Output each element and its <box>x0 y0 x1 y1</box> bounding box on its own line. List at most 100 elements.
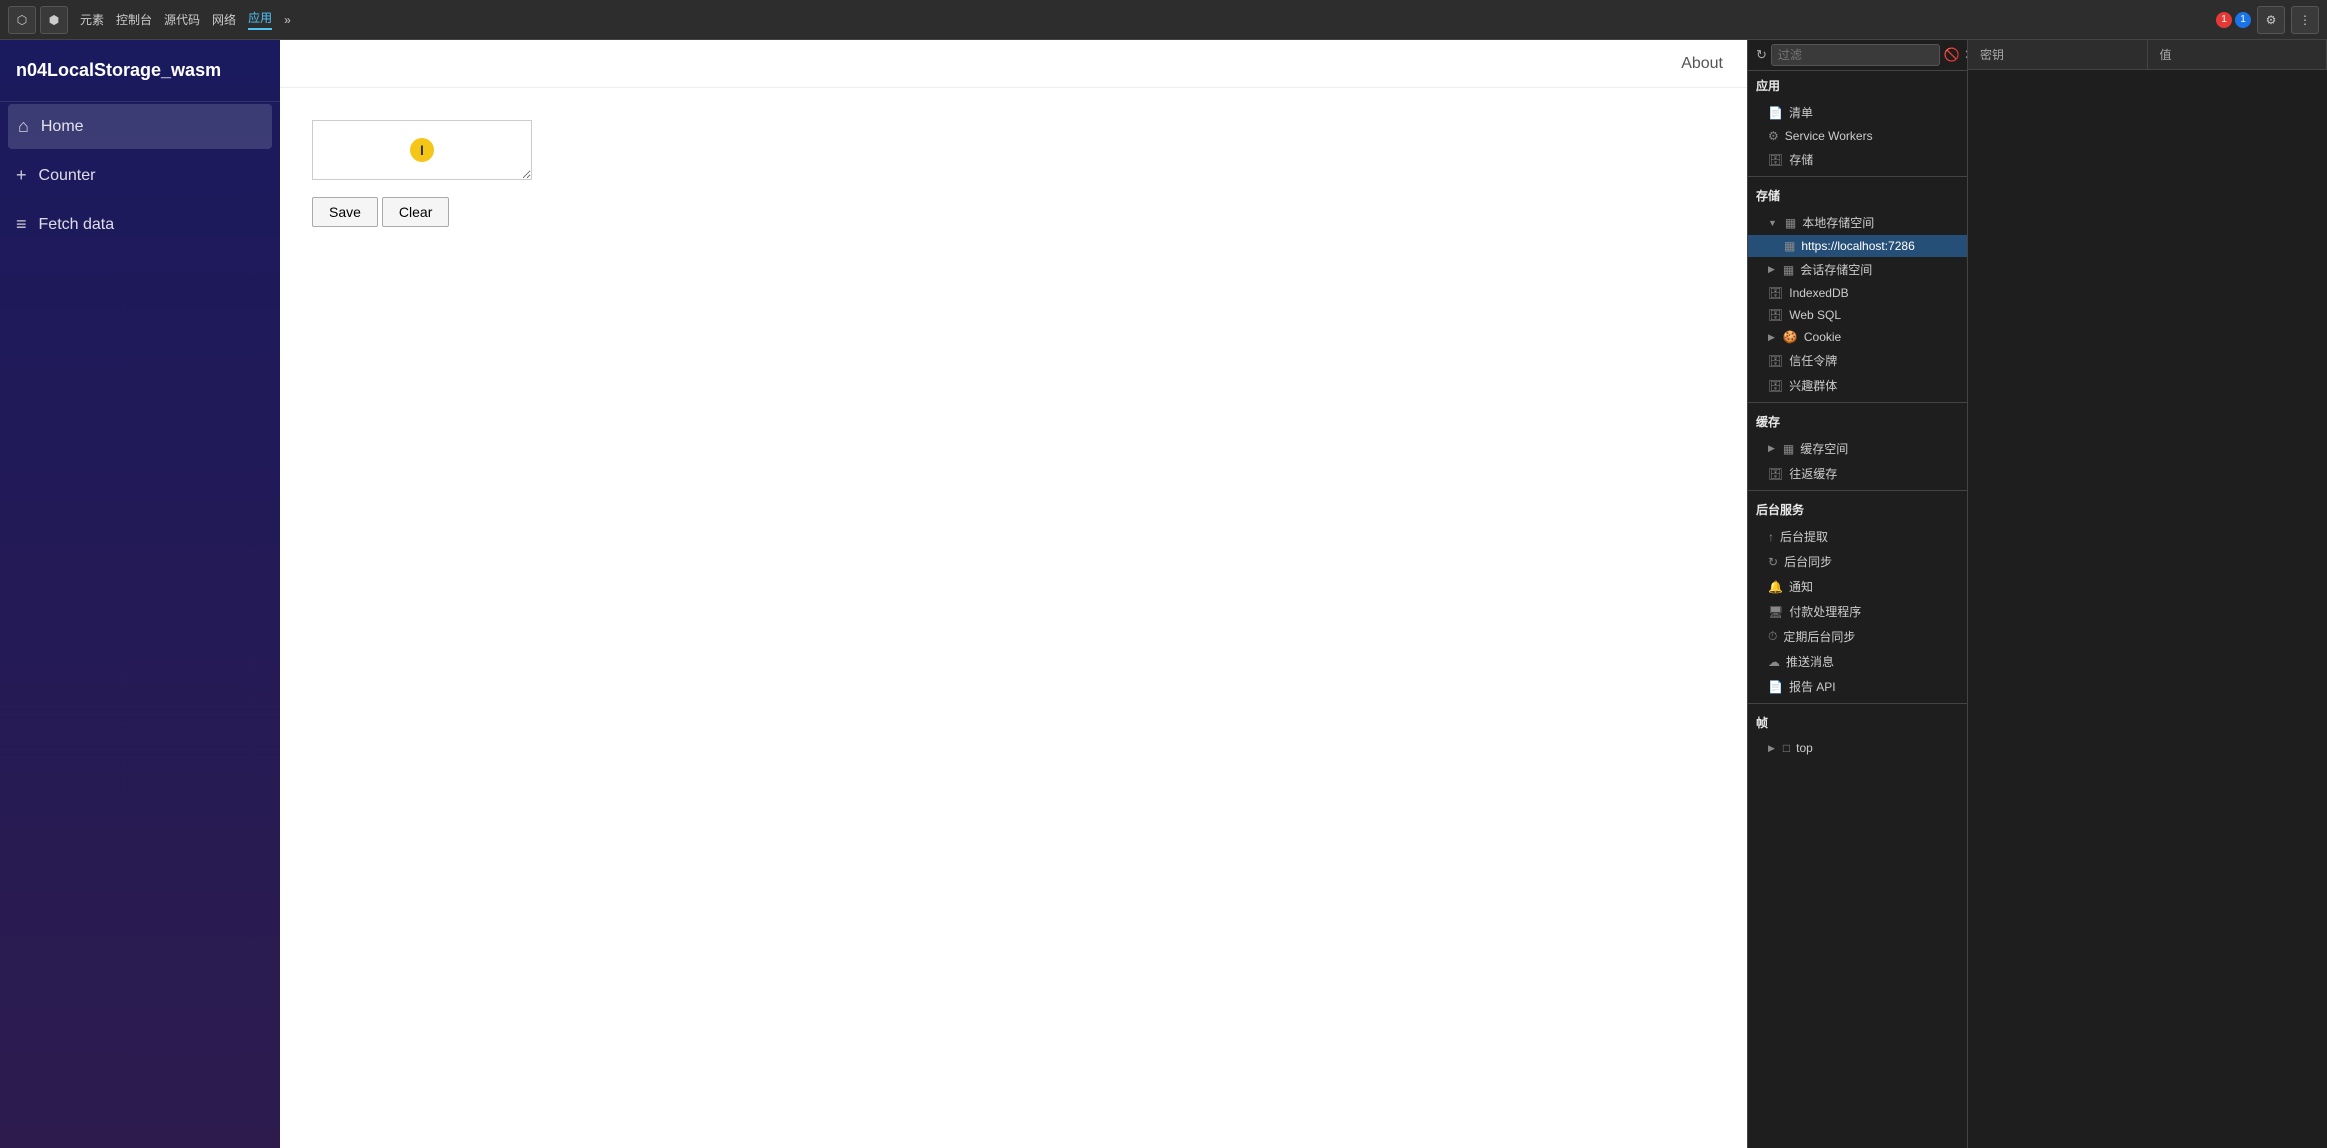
tree-item-storage[interactable]: 🗄 存储 <box>1748 147 1967 172</box>
session-storage-icon: ▦ <box>1783 263 1794 277</box>
elements-tab[interactable]: 元素 <box>80 11 104 28</box>
tree-item-cookie[interactable]: ▶ 🍪 Cookie <box>1748 326 1967 348</box>
more-tabs-btn[interactable]: » <box>284 13 291 27</box>
app-main: I Save Clear <box>280 88 1747 1148</box>
service-workers-icon: ⚙ <box>1768 129 1779 143</box>
tree-item-indexeddb[interactable]: 🗄 IndexedDB <box>1748 282 1967 304</box>
tree-item-top[interactable]: ▶ □ top <box>1748 737 1967 759</box>
sidebar-item-counter-label: Counter <box>39 167 96 185</box>
tree-item-cookie-label: Cookie <box>1804 330 1841 344</box>
cursor-tool-btn[interactable]: ⬡ <box>8 6 36 34</box>
application-tab[interactable]: 应用 <box>248 9 272 30</box>
kv-header: 密钥 值 <box>1968 40 2327 70</box>
section-cunchu-label: 存储 <box>1756 187 1780 204</box>
section-huancun[interactable]: 缓存 <box>1748 407 1967 436</box>
sidebar-item-fetch-label: Fetch data <box>39 216 115 234</box>
section-yingyong[interactable]: 应用 <box>1748 71 1967 100</box>
home-icon: ⌂ <box>18 116 29 137</box>
devtools-body: ↻ 🚫 ✕ 应用 📄 清单 ⚙ Service Workers <box>1748 40 2327 1148</box>
tree-item-top-label: top <box>1796 741 1813 755</box>
save-button[interactable]: Save <box>312 197 378 227</box>
tree-item-local-storage-label: 本地存储空间 <box>1802 214 1874 231</box>
tree-item-back-cache[interactable]: 🗄 往返缓存 <box>1748 461 1967 486</box>
textarea-wrapper: I <box>312 120 532 180</box>
tree-item-push-label: 推送消息 <box>1786 653 1834 670</box>
tree-item-trust-token-label: 信任令牌 <box>1789 352 1837 369</box>
section-houtai-label: 后台服务 <box>1756 501 1804 518</box>
tree-item-cache-space[interactable]: ▶ ▦ 缓存空间 <box>1748 436 1967 461</box>
tree-item-houtai-sync[interactable]: ↻ 后台同步 <box>1748 549 1967 574</box>
inspect-btn[interactable]: ⬢ <box>40 6 68 34</box>
section-houtai[interactable]: 后台服务 <box>1748 495 1967 524</box>
network-tab[interactable]: 网络 <box>212 11 236 28</box>
tree-item-periodic-sync-label: 定期后台同步 <box>1783 628 1855 645</box>
warning-badge: 1 <box>2235 12 2251 28</box>
periodic-sync-icon: ⏱ <box>1768 629 1777 644</box>
about-link[interactable]: About <box>1681 55 1723 73</box>
error-badge: 1 <box>2216 12 2232 28</box>
tree-item-manifest[interactable]: 📄 清单 <box>1748 100 1967 125</box>
cookie-icon: 🍪 <box>1783 330 1798 344</box>
sidebar-item-home-label: Home <box>41 118 84 136</box>
manifest-icon: 📄 <box>1768 106 1783 120</box>
section-huancun-label: 缓存 <box>1756 413 1780 430</box>
tree-item-payment-label: 付款处理程序 <box>1789 603 1861 620</box>
tree-item-web-sql-label: Web SQL <box>1789 308 1841 322</box>
houtai-sync-icon: ↻ <box>1768 555 1778 569</box>
tree-item-local-storage[interactable]: ▼ ▦ 本地存储空间 <box>1748 210 1967 235</box>
tree-item-report-api[interactable]: 📄 报告 API <box>1748 674 1967 699</box>
console-tab[interactable]: 控制台 <box>116 11 152 28</box>
tree-item-interest-group[interactable]: 🗄 兴趣群体 <box>1748 373 1967 398</box>
tree-item-storage-label: 存储 <box>1789 151 1813 168</box>
devtools-kv-panel: 密钥 值 <box>1968 40 2327 1148</box>
kv-value-header: 值 <box>2148 40 2327 69</box>
tree-item-payment[interactable]: 🖥 付款处理程序 <box>1748 599 1967 624</box>
payment-icon: 🖥 <box>1768 605 1783 619</box>
tongzhi-icon: 🔔 <box>1768 580 1783 594</box>
browser-toolbar: ⬡ ⬢ 元素 控制台 源代码 网络 应用 » 1 1 ⚙ ⋮ <box>0 0 2327 40</box>
devtools-panel: ↻ 🚫 ✕ 应用 📄 清单 ⚙ Service Workers <box>1747 40 2327 1148</box>
kv-key-header: 密钥 <box>1968 40 2148 69</box>
main-textarea[interactable] <box>312 120 532 180</box>
more-options-btn[interactable]: ⋮ <box>2291 6 2319 34</box>
clear-button[interactable]: Clear <box>382 197 449 227</box>
plus-icon: + <box>16 165 27 186</box>
interest-group-icon: 🗄 <box>1768 379 1783 393</box>
report-api-icon: 📄 <box>1768 680 1783 694</box>
app-section: n04LocalStorage_wasm ⌂ Home + Counter ≡ … <box>0 40 1747 1148</box>
tree-item-trust-token[interactable]: 🗄 信任令牌 <box>1748 348 1967 373</box>
tree-item-push[interactable]: ☁ 推送消息 <box>1748 649 1967 674</box>
clear-filter-btn[interactable]: 🚫 <box>1944 44 1960 66</box>
tree-item-houtai-fetch[interactable]: ↑ 后台提取 <box>1748 524 1967 549</box>
main-area: n04LocalStorage_wasm ⌂ Home + Counter ≡ … <box>0 40 2327 1148</box>
sidebar-item-home[interactable]: ⌂ Home <box>8 104 272 149</box>
filter-input[interactable] <box>1771 44 1940 66</box>
tree-item-indexeddb-label: IndexedDB <box>1789 286 1848 300</box>
refresh-btn[interactable]: ↻ <box>1756 44 1767 66</box>
tree-item-periodic-sync[interactable]: ⏱ 定期后台同步 <box>1748 624 1967 649</box>
top-icon: □ <box>1783 741 1790 755</box>
app-title: n04LocalStorage_wasm <box>0 40 280 102</box>
section-yingyong-label: 应用 <box>1756 77 1780 94</box>
tree-item-houtai-sync-label: 后台同步 <box>1784 553 1832 570</box>
list-icon: ≡ <box>16 214 27 235</box>
sources-tab[interactable]: 源代码 <box>164 11 200 28</box>
tree-item-localhost-label: https://localhost:7286 <box>1801 239 1914 253</box>
tree-item-tongzhi[interactable]: 🔔 通知 <box>1748 574 1967 599</box>
sidebar-item-counter[interactable]: + Counter <box>0 151 280 200</box>
tree-item-service-workers[interactable]: ⚙ Service Workers <box>1748 125 1967 147</box>
tree-item-web-sql[interactable]: 🗄 Web SQL <box>1748 304 1967 326</box>
tree-item-session-storage[interactable]: ▶ ▦ 会话存储空间 <box>1748 257 1967 282</box>
sidebar-item-fetch[interactable]: ≡ Fetch data <box>0 200 280 249</box>
cache-space-arrow: ▶ <box>1768 443 1775 454</box>
tree-item-back-cache-label: 往返缓存 <box>1789 465 1837 482</box>
tree-item-localhost[interactable]: ▦ https://localhost:7286 <box>1748 235 1967 257</box>
cache-space-icon: ▦ <box>1783 442 1794 456</box>
settings-btn[interactable]: ⚙ <box>2257 6 2285 34</box>
section-zhen[interactable]: 帧 <box>1748 708 1967 737</box>
section-cunchu[interactable]: 存储 <box>1748 181 1967 210</box>
app-topbar: About <box>280 40 1747 88</box>
tree-item-tongzhi-label: 通知 <box>1789 578 1813 595</box>
tree-item-houtai-fetch-label: 后台提取 <box>1780 528 1828 545</box>
tree-item-cache-space-label: 缓存空间 <box>1800 440 1848 457</box>
